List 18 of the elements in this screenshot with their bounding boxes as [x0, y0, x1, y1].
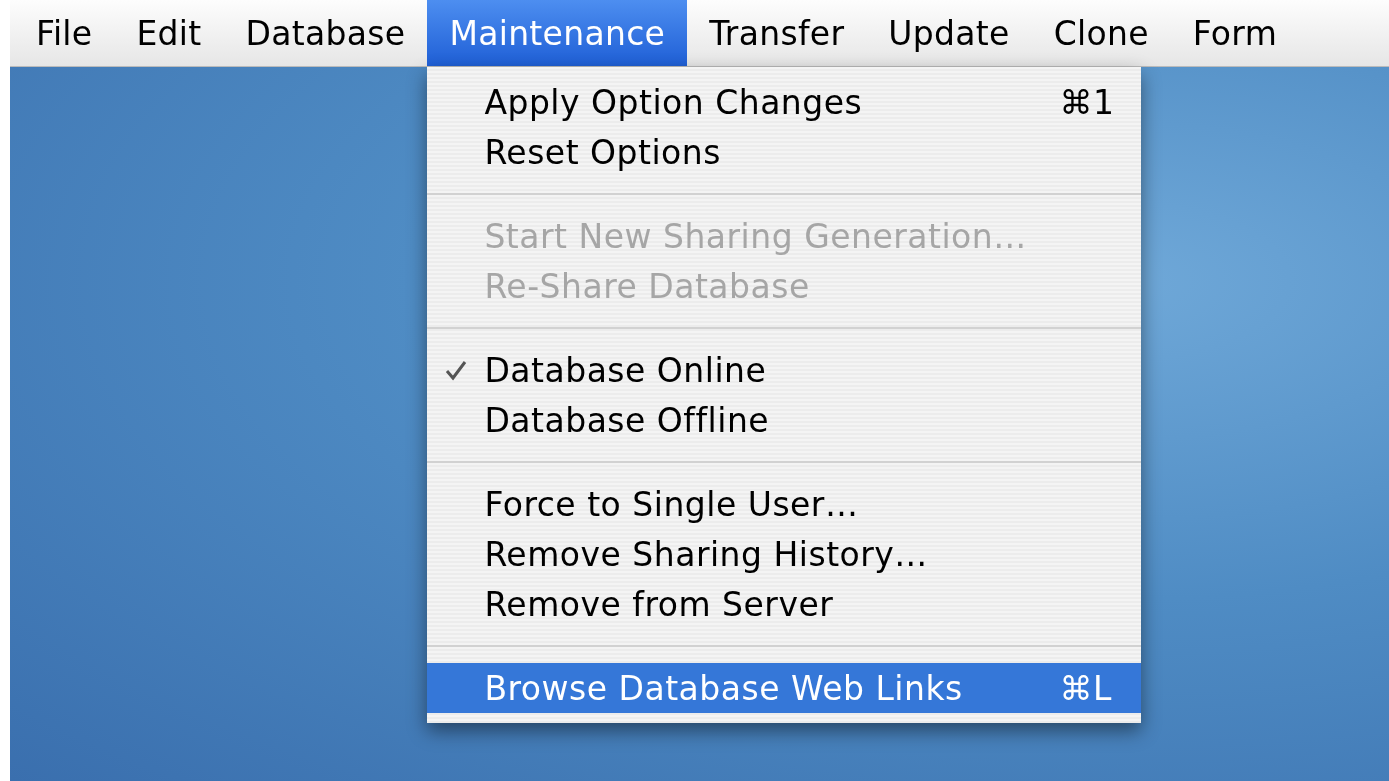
menu-item[interactable]: Database Offline: [427, 395, 1142, 445]
menu-bar-item[interactable]: Clone: [1031, 0, 1171, 66]
menu-item[interactable]: Remove from Server: [427, 579, 1142, 629]
menu-item[interactable]: Apply Option Changes ⌘1: [427, 77, 1142, 127]
menu-item[interactable]: Browse Database Web Links ⌘L: [427, 663, 1142, 713]
menu-bar-item[interactable]: Update: [866, 0, 1032, 66]
menu-item[interactable]: Force to Single User…: [427, 479, 1142, 529]
menu-bar-item[interactable]: Form: [1170, 0, 1300, 66]
shortcut-label: ⌘1: [1059, 82, 1115, 122]
menu-bar-item[interactable]: Edit: [114, 0, 224, 66]
menu-bar-item[interactable]: File: [14, 0, 115, 66]
menu-item[interactable]: Remove Sharing History…: [427, 529, 1142, 579]
shortcut-label: ⌘L: [1059, 668, 1112, 708]
menu-bar-item[interactable]: Maintenance: [427, 0, 688, 66]
menu-item[interactable]: Database Online: [427, 345, 1142, 395]
menu-bar-item[interactable]: Transfer: [687, 0, 867, 66]
menu-bar-item[interactable]: Database: [223, 0, 428, 66]
menu-item[interactable]: Reset Options: [427, 127, 1142, 177]
